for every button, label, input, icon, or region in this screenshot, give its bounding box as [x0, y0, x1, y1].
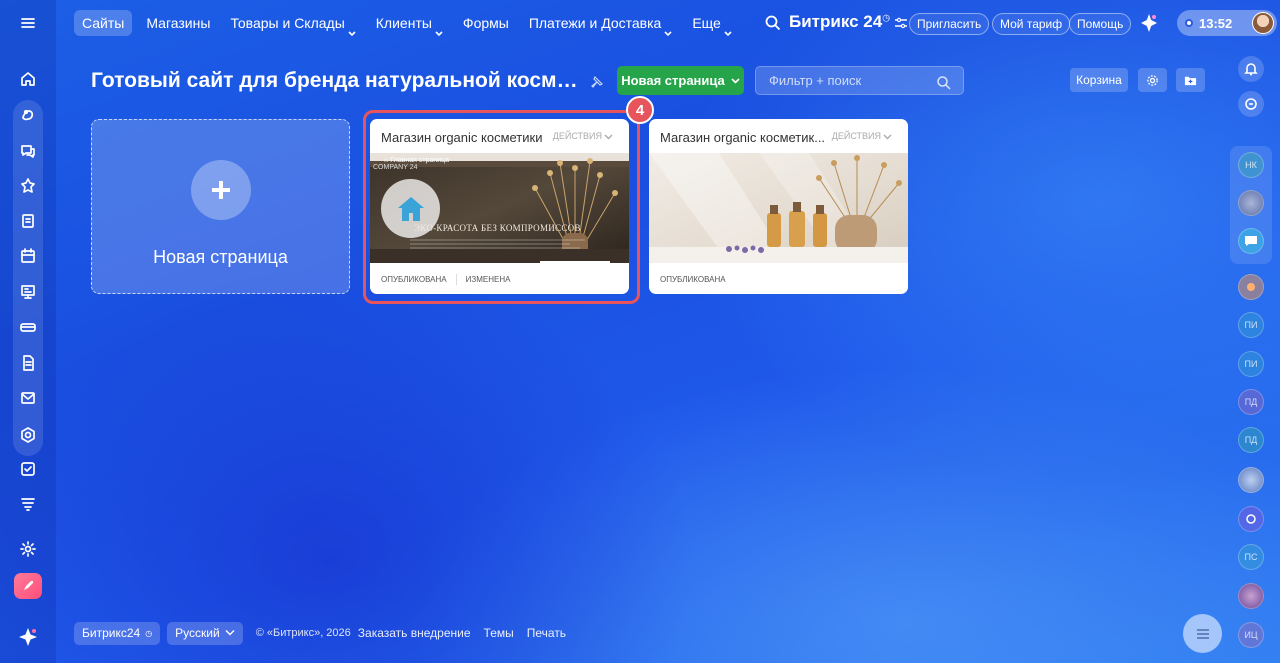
chat-icon[interactable] [1238, 228, 1264, 254]
help-button[interactable]: Помощь [1069, 13, 1132, 35]
chevron-down-icon [664, 19, 672, 37]
status-dot-icon [1185, 19, 1193, 27]
step-badge: 4 [626, 96, 654, 124]
filter-search-input[interactable]: Фильтр + поиск [755, 66, 964, 95]
contact-photo-avatar[interactable] [1238, 467, 1264, 493]
contact-avatar[interactable]: ПИ [1238, 312, 1264, 338]
nav-item-shops[interactable]: Магазины [140, 10, 216, 36]
nav-item-sites[interactable]: Сайты [74, 10, 133, 36]
presentation-icon[interactable] [16, 280, 40, 304]
chevron-down-icon [348, 19, 356, 37]
folder-add-icon[interactable] [1176, 68, 1205, 92]
contact-avatar[interactable]: ИЦ [1238, 622, 1264, 648]
sites-icon[interactable] [16, 423, 40, 447]
footer: Битрикс24 ◷ Русский © «Битрикс», 2026 Зак… [74, 621, 579, 645]
work-time-widget[interactable]: 13:52 [1177, 10, 1277, 36]
new-page-card[interactable]: Новая страница [91, 119, 350, 294]
plus-icon [191, 160, 251, 220]
bell-icon[interactable] [1238, 56, 1264, 82]
brand-logo[interactable]: Битрикс 24◷ [789, 12, 890, 32]
contact-photo-avatar[interactable] [1238, 583, 1264, 609]
clock-mark-icon: ◷ [882, 12, 891, 23]
highlight-frame [363, 110, 640, 304]
trash-button[interactable]: Корзина [1070, 68, 1128, 92]
page-card-second[interactable]: Магазин organic косметик... ДЕЙСТВИЯ ОПУ… [649, 119, 908, 294]
footer-brand-chip[interactable]: Битрикс24 ◷ [74, 621, 161, 645]
automation-icon[interactable] [16, 174, 40, 198]
order-implementation-link[interactable]: Заказать внедрение [358, 626, 471, 640]
chevron-down-icon [435, 19, 443, 37]
copilot-icon[interactable] [15, 624, 41, 650]
page-title: Готовый сайт для бренда натуральной косм… [91, 69, 581, 92]
current-time: 13:52 [1199, 15, 1233, 31]
new-page-card-label: Новая страница [153, 247, 288, 267]
contact-photo-avatar[interactable] [1238, 190, 1264, 216]
print-link[interactable]: Печать [527, 626, 566, 640]
contact-avatar[interactable]: ПИ [1238, 351, 1264, 377]
tasks-icon[interactable] [16, 209, 40, 233]
right-sidebar: НК ПИ ПИ ПД ПД ПС ИЦ [1224, 46, 1280, 663]
language-selector[interactable]: Русский [167, 621, 243, 645]
settings-icon[interactable] [16, 537, 40, 561]
my-tariff-button[interactable]: Мой тариф [992, 13, 1071, 35]
rocket-icon[interactable] [14, 573, 42, 599]
contact-avatar[interactable]: ПД [1238, 427, 1264, 453]
home-icon[interactable] [16, 67, 40, 91]
clock-mark-icon: ◷ [145, 628, 153, 638]
status-published: ОПУБЛИКОВАНА [660, 274, 726, 284]
chevron-down-icon [225, 622, 235, 645]
settings-gear-icon[interactable] [1138, 68, 1167, 92]
alert-icon[interactable] [1238, 274, 1264, 300]
nav-item-more[interactable]: Еще [686, 10, 738, 37]
user-avatar[interactable] [1252, 12, 1274, 34]
contact-avatar[interactable]: ПД [1238, 389, 1264, 415]
calendar-icon[interactable] [16, 244, 40, 268]
card-title: Магазин organic косметик... [660, 130, 826, 145]
sliders-icon[interactable] [894, 16, 908, 30]
contact-avatar[interactable]: НК [1238, 152, 1264, 178]
filter-stack-icon[interactable] [16, 492, 40, 516]
chevron-down-icon [724, 19, 732, 37]
left-sidebar [0, 0, 56, 663]
top-bar: Сайты Магазины Товары и Склады Клиенты Ф… [56, 0, 1280, 46]
channel-icon[interactable] [1238, 506, 1264, 532]
contact-avatar[interactable]: ПС [1238, 544, 1264, 570]
nav-item-goods[interactable]: Товары и Склады [224, 10, 361, 37]
chevron-down-icon [731, 73, 740, 88]
top-nav: Сайты Магазины Товары и Склады Клиенты Ф… [74, 10, 746, 37]
chat-bubble-icon[interactable] [1238, 91, 1264, 117]
chevron-down-icon [883, 134, 892, 139]
nav-item-payments[interactable]: Платежи и Доставка [523, 10, 679, 37]
storage-icon[interactable] [16, 315, 40, 339]
copyright: © «Битрикс», 2026 [255, 627, 351, 639]
crm-icon[interactable] [16, 103, 40, 127]
document-icon[interactable] [16, 351, 40, 375]
card-actions-menu[interactable]: ДЕЙСТВИЯ [832, 131, 892, 141]
nav-item-clients[interactable]: Клиенты [370, 10, 449, 37]
chat-icon[interactable] [16, 139, 40, 163]
invite-button[interactable]: Пригласить [909, 13, 990, 35]
card-header: Магазин organic косметик... ДЕЙСТВИЯ [660, 130, 898, 148]
card-preview-image[interactable] [649, 153, 908, 263]
copilot-sparkle-icon[interactable] [1139, 13, 1159, 33]
pin-icon[interactable] [590, 75, 604, 89]
mail-icon[interactable] [16, 386, 40, 410]
checklist-icon[interactable] [16, 457, 40, 481]
menu-lines-icon[interactable] [1183, 614, 1222, 653]
nav-item-forms[interactable]: Формы [457, 10, 515, 36]
card-status-bar: ОПУБЛИКОВАНА [649, 264, 908, 294]
search-icon[interactable] [936, 73, 952, 90]
search-icon[interactable] [764, 14, 782, 32]
hamburger-menu-icon[interactable] [16, 11, 40, 35]
new-page-button[interactable]: Новая страница [617, 66, 744, 95]
themes-link[interactable]: Темы [484, 626, 514, 640]
